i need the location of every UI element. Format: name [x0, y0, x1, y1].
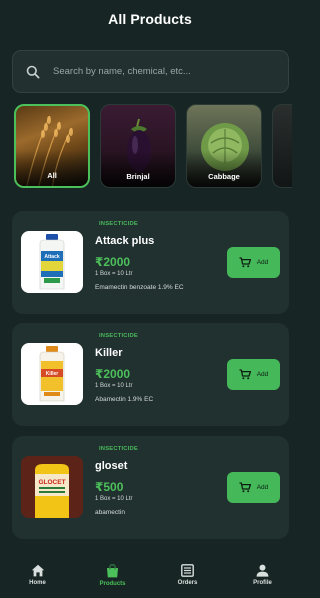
product-name: Attack plus	[95, 235, 155, 247]
product-card[interactable]: GLOCET INSECTICIDE gloset ₹500 1 Box = 1…	[12, 436, 289, 539]
shopping-bag-icon	[107, 564, 118, 578]
product-name: Killer	[95, 347, 123, 359]
product-quantity: 1 Box = 10 Ltr	[95, 271, 133, 277]
nav-item-products[interactable]: Products	[83, 564, 143, 587]
category-carousel: All Brinjal Cabbage	[14, 104, 304, 190]
category-label: Brinjal	[126, 172, 150, 181]
category-all[interactable]: All	[14, 104, 90, 188]
product-price: ₹2000	[95, 255, 131, 269]
search-bar[interactable]	[12, 50, 289, 93]
add-to-cart-button[interactable]: Add	[227, 359, 280, 390]
category-cabbage[interactable]: Cabbage	[186, 104, 262, 188]
nav-label: Products	[99, 581, 126, 587]
person-icon	[256, 564, 269, 577]
nav-label: Orders	[177, 580, 198, 586]
product-category-tag: INSECTICIDE	[99, 221, 138, 227]
product-category-tag: INSECTICIDE	[99, 333, 138, 339]
product-chemical: Abamectin 1.9% EC	[95, 396, 154, 403]
cart-icon	[239, 369, 251, 380]
product-image-label: Killer	[46, 371, 59, 377]
category-more[interactable]	[272, 104, 292, 188]
category-label: Cabbage	[208, 172, 240, 181]
product-chemical: Emamectin benzoate 1.9% EC	[95, 284, 184, 291]
cart-icon	[239, 257, 251, 268]
add-to-cart-button[interactable]: Add	[227, 472, 280, 503]
nav-item-orders[interactable]: Orders	[158, 564, 218, 586]
product-category-tag: INSECTICIDE	[99, 446, 138, 452]
product-card[interactable]: Killer INSECTICIDE Killer ₹2000 1 Box = …	[12, 323, 289, 426]
nav-label: Profile	[253, 580, 272, 586]
page-title: All Products	[108, 11, 192, 27]
nav-item-profile[interactable]: Profile	[233, 564, 293, 586]
product-name: gloset	[95, 460, 128, 472]
product-chemical: abamectin	[95, 509, 125, 516]
bottom-nav: Home Products Orders Profile	[0, 554, 300, 598]
add-button-label: Add	[256, 371, 269, 378]
search-icon	[25, 64, 41, 80]
nav-label: Home	[29, 580, 46, 586]
search-input[interactable]	[53, 66, 273, 77]
nav-item-home[interactable]: Home	[8, 564, 68, 586]
product-image-label: GLOCET	[38, 479, 65, 486]
category-brinjal[interactable]: Brinjal	[100, 104, 176, 188]
product-card[interactable]: Attack INSECTICIDE Attack plus ₹2000 1 B…	[12, 211, 289, 314]
product-image-label: Attack	[44, 254, 60, 260]
category-label: All	[47, 171, 57, 180]
orders-icon	[181, 564, 194, 577]
cart-icon	[239, 482, 251, 493]
product-image: GLOCET	[21, 456, 83, 518]
add-button-label: Add	[256, 484, 269, 491]
product-image: Attack	[21, 231, 83, 293]
product-price: ₹500	[95, 480, 124, 494]
add-to-cart-button[interactable]: Add	[227, 247, 280, 278]
home-icon	[31, 564, 44, 577]
product-image: Killer	[21, 343, 83, 405]
product-quantity: 1 Box = 10 Ltr	[95, 496, 133, 502]
product-price: ₹2000	[95, 367, 131, 381]
add-button-label: Add	[256, 259, 269, 266]
page-header: All Products	[0, 0, 300, 38]
product-quantity: 1 Box = 10 Ltr	[95, 383, 133, 389]
